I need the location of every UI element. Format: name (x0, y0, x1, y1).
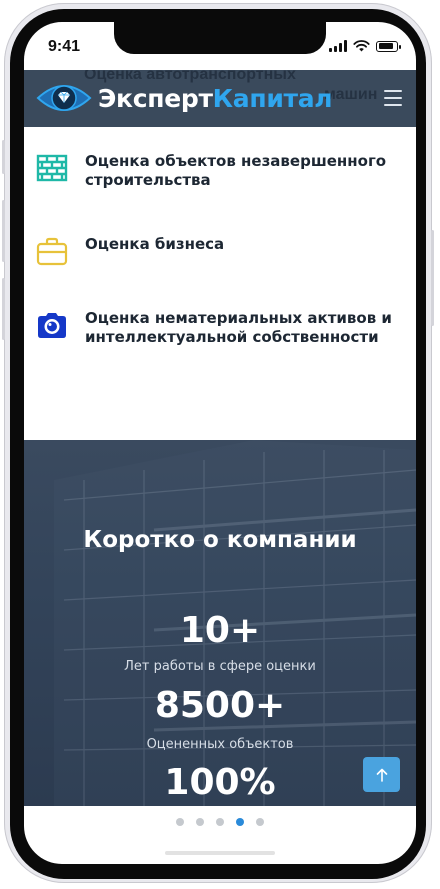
wifi-icon (353, 40, 370, 52)
brick-wall-icon (36, 154, 68, 182)
phone-power-button (431, 230, 434, 326)
arrow-up-icon (376, 768, 387, 782)
phone-mute-switch (2, 140, 5, 174)
pagination-dot[interactable] (256, 818, 264, 826)
pagination-dot[interactable] (216, 818, 224, 826)
service-label: Оценка нематериальных активов и интеллек… (85, 309, 392, 346)
service-label: Оценка объектов незавершенного строитель… (85, 152, 387, 189)
pagination-dot[interactable] (196, 818, 204, 826)
home-indicator (165, 851, 275, 855)
stat-value: 8500+ (154, 685, 286, 726)
phone-screen: 9:41 Оценка автотранспортных машин Экспе… (24, 22, 416, 864)
scroll-to-top-button[interactable] (363, 757, 400, 792)
status-time: 9:41 (48, 38, 81, 55)
briefcase-icon (36, 237, 68, 266)
eye-diamond-logo-icon (36, 85, 92, 111)
logo-text-part2: Капитал (212, 83, 333, 113)
camera-icon (38, 313, 66, 338)
stat-caption: Лет работы в сфере оценки (124, 659, 316, 674)
phone-volume-up-button (2, 200, 5, 262)
cellular-signal-icon (329, 40, 347, 52)
services-list: Оценка объектов незавершенного строитель… (24, 127, 416, 440)
service-item-business[interactable]: Оценка бизнеса (24, 235, 416, 267)
carousel-pagination (24, 818, 416, 826)
logo-text-part1: Эксперт (98, 83, 213, 113)
site-logo[interactable]: Эксперт Капитал (36, 80, 333, 116)
about-title: Коротко о компании (83, 527, 357, 553)
about-section: Коротко о компании 10+ Лет работы в сфер… (24, 440, 416, 806)
pagination-dot[interactable] (176, 818, 184, 826)
pagination-dot[interactable] (236, 818, 244, 826)
notch (114, 22, 326, 54)
stat-value: 10+ (179, 610, 261, 651)
hamburger-icon[interactable] (384, 90, 402, 106)
site-header: Оценка автотранспортных машин Эксперт Кап… (24, 70, 416, 127)
battery-icon (376, 40, 401, 52)
service-label: Оценка бизнеса (85, 235, 225, 253)
status-icons (329, 40, 401, 52)
stat-caption: Оцененных объектов (146, 737, 294, 752)
phone-volume-down-button (2, 278, 5, 340)
service-item-construction[interactable]: Оценка объектов незавершенного строитель… (24, 152, 416, 190)
stat-value: 100% (164, 762, 276, 803)
service-item-intangible[interactable]: Оценка нематериальных активов и интеллек… (24, 309, 416, 347)
